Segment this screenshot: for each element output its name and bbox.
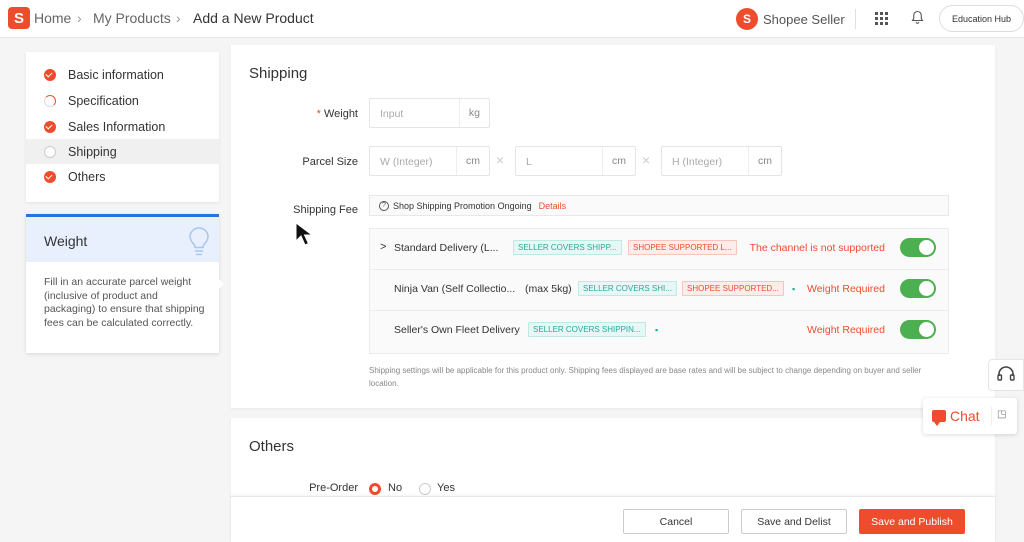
weight-unit: kg — [458, 99, 489, 127]
shipping-promotion-bar: ? Shop Shipping Promotion Ongoing Detail… — [369, 195, 949, 216]
help-fab[interactable] — [988, 359, 1024, 391]
nav-item-label: Sales Information — [68, 119, 166, 134]
truck-icon: ▪ — [792, 284, 796, 294]
breadcrumb-current: Add a New Product — [193, 10, 314, 26]
channel-toggle[interactable] — [900, 320, 936, 339]
shipping-title: Shipping — [249, 65, 308, 82]
others-title: Others — [249, 438, 295, 455]
preorder-yes-label[interactable]: Yes — [437, 482, 455, 494]
parcel-height-input[interactable]: H (Integer) cm — [661, 146, 782, 176]
channel-name: Standard Delivery (L... — [394, 242, 499, 254]
weight-label: * Weight — [316, 108, 358, 120]
nav-item-specification[interactable]: Specification — [26, 88, 219, 113]
minimize-icon[interactable]: ◳ — [997, 409, 1006, 420]
channel-status: Weight Required — [806, 324, 885, 336]
preorder-no-label[interactable]: No — [388, 482, 402, 494]
shopee-bag-icon: S — [736, 8, 758, 30]
question-circle-icon: ? — [379, 200, 389, 211]
shopee-supported-tag: SHOPEE SUPPORTED... — [682, 281, 784, 296]
tip-body: Fill in an accurate parcel weight (inclu… — [44, 276, 205, 329]
tip-title: Weight — [44, 233, 88, 249]
check-circle-icon — [44, 68, 56, 81]
seller-covers-tag: SELLER COVERS SHI... — [578, 281, 677, 296]
promo-text: Shop Shipping Promotion Ongoing — [393, 200, 532, 211]
channel-name: Ninja Van (Self Collectio... — [394, 283, 516, 295]
tip-pointer — [218, 278, 224, 290]
parcel-size-label: Parcel Size — [302, 156, 358, 168]
preorder-yes-radio[interactable] — [419, 483, 431, 495]
chat-label[interactable]: Chat — [950, 408, 980, 424]
shipping-fee-label: Shipping Fee — [293, 204, 358, 216]
height-unit: cm — [748, 147, 781, 175]
nav-item-shipping[interactable]: Shipping — [26, 139, 219, 164]
save-and-delist-button[interactable]: Save and Delist — [741, 509, 847, 534]
width-placeholder: W (Integer) — [380, 156, 433, 168]
save-and-publish-button[interactable]: Save and Publish — [859, 509, 965, 534]
channel-row-sellers-own-fleet: Seller's Own Fleet Delivery SELLER COVER… — [370, 311, 948, 352]
breadcrumb-my-products[interactable]: My Products — [93, 10, 171, 26]
section-nav: Basic information Specification Sales In… — [26, 52, 219, 202]
channel-status: The channel is not supported — [749, 242, 885, 254]
channel-toggle[interactable] — [900, 279, 936, 298]
chevron-right-icon: › — [77, 10, 82, 26]
nav-item-basic-information[interactable]: Basic information — [26, 62, 219, 87]
width-unit: cm — [456, 147, 489, 175]
divider — [855, 9, 856, 29]
mouse-pointer-icon — [295, 222, 314, 246]
multiply-icon: × — [642, 152, 651, 168]
nav-item-others[interactable]: Others — [26, 164, 219, 189]
parcel-width-input[interactable]: W (Integer) cm — [369, 146, 490, 176]
tip-header: Weight — [26, 214, 219, 262]
weight-input[interactable]: Input kg — [369, 98, 490, 128]
chat-widget[interactable]: Chat ◳ — [923, 398, 1017, 434]
chevron-right-icon: › — [176, 10, 181, 26]
truck-icon: ▪ — [655, 325, 659, 335]
shipping-channels: > Standard Delivery (L... SELLER COVERS … — [369, 228, 949, 354]
seller-label: Shopee Seller — [763, 12, 845, 27]
channel-row-standard-delivery: > Standard Delivery (L... SELLER COVERS … — [370, 229, 948, 270]
shopee-logo-icon[interactable]: S — [8, 7, 30, 29]
bell-icon[interactable] — [911, 10, 924, 25]
nav-item-label: Others — [68, 169, 106, 184]
weight-tip-card: Weight Fill in an accurate parcel weight… — [26, 214, 219, 353]
chevron-right-icon[interactable]: > — [380, 241, 386, 253]
channel-toggle[interactable] — [900, 238, 936, 257]
preorder-label: Pre-Order — [309, 482, 358, 494]
channel-weight-limit: (max 5kg) — [525, 283, 572, 295]
partial-progress-icon — [44, 94, 56, 107]
promo-details-link[interactable]: Details — [539, 201, 567, 211]
nav-item-label: Specification — [68, 93, 139, 108]
check-circle-icon — [44, 170, 56, 183]
action-footer: Cancel Save and Delist Save and Publish — [231, 496, 995, 542]
apps-grid-icon[interactable] — [875, 12, 888, 25]
length-unit: cm — [602, 147, 635, 175]
seller-covers-tag: SELLER COVERS SHIPP... — [513, 240, 622, 255]
preorder-no-radio[interactable] — [369, 483, 381, 495]
height-placeholder: H (Integer) — [672, 156, 723, 168]
nav-item-sales-information[interactable]: Sales Information — [26, 114, 219, 139]
nav-item-label: Shipping — [68, 144, 117, 159]
nav-item-label: Basic information — [68, 67, 164, 82]
cancel-button[interactable]: Cancel — [623, 509, 729, 534]
headset-icon — [997, 366, 1015, 381]
top-bar: S Home › My Products › Add a New Product… — [0, 0, 1024, 38]
length-placeholder: L — [526, 156, 532, 168]
multiply-icon: × — [496, 152, 505, 168]
education-hub-button[interactable]: Education Hub — [939, 5, 1024, 32]
weight-placeholder: Input — [380, 108, 404, 120]
parcel-length-input[interactable]: L cm — [515, 146, 636, 176]
seller-covers-tag: SELLER COVERS SHIPPIN... — [528, 322, 646, 337]
shipping-card: Shipping * Weight Input kg Parcel Size W … — [231, 45, 995, 408]
lightbulb-icon — [189, 227, 209, 256]
channel-status: Weight Required — [806, 283, 885, 295]
chat-bubble-icon — [932, 410, 946, 426]
shopee-supported-tag: SHOPEE SUPPORTED L... — [628, 240, 737, 255]
divider — [991, 407, 992, 425]
empty-circle-icon — [44, 145, 56, 158]
breadcrumb-home[interactable]: Home — [34, 10, 71, 26]
channel-row-ninja-van: Ninja Van (Self Collectio... (max 5kg) S… — [370, 270, 948, 311]
check-circle-icon — [44, 120, 56, 133]
shipping-note: Shipping settings will be applicable for… — [369, 366, 922, 388]
channel-name: Seller's Own Fleet Delivery — [394, 324, 520, 336]
